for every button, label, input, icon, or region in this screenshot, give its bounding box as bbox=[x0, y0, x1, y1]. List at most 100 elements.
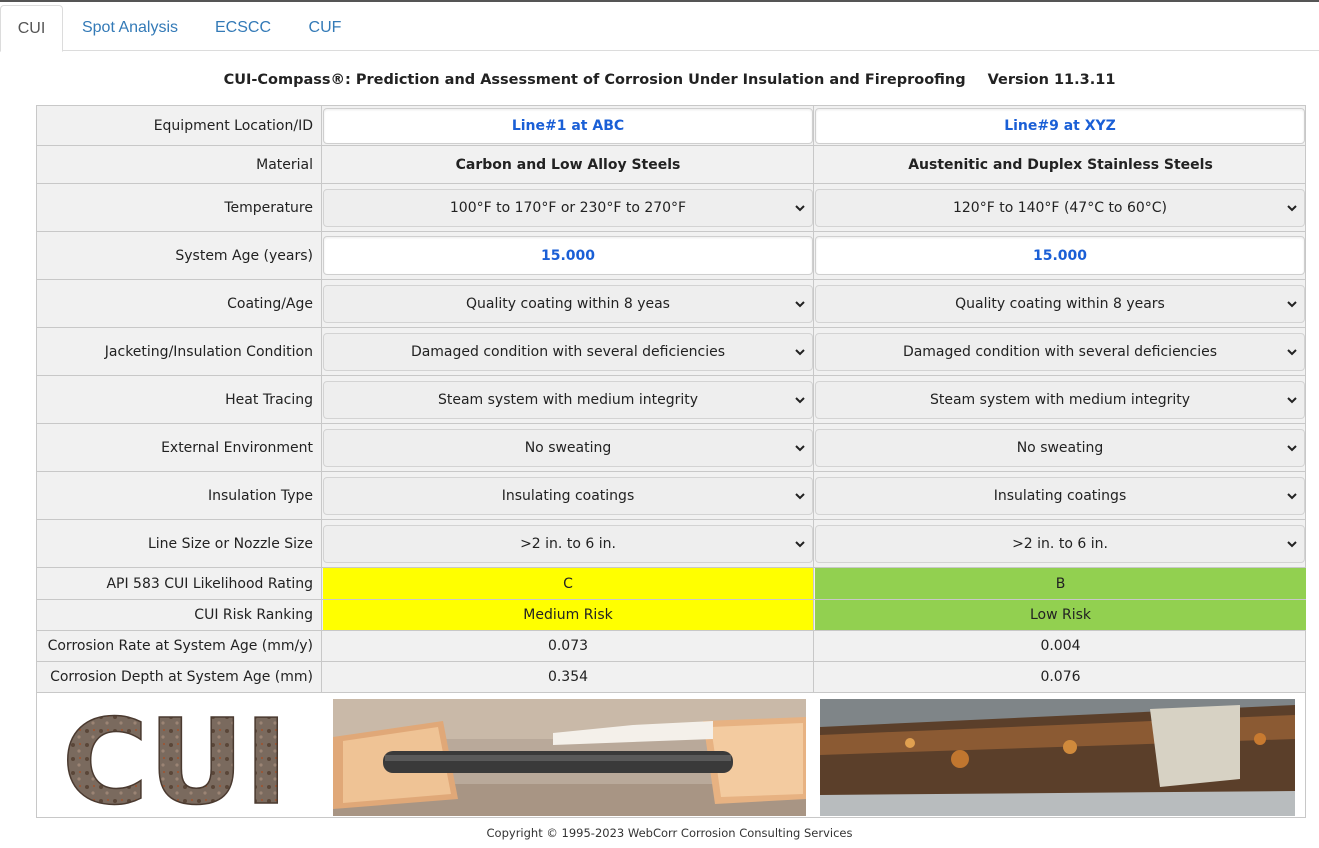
row-coating: Coating/Age Quality coating within 8 yea… bbox=[37, 280, 1305, 328]
page-title: CUI-Compass®: Prediction and Assessment … bbox=[0, 72, 1319, 88]
coating-value-2: Quality coating within 8 years bbox=[955, 296, 1165, 312]
cui-input-table: Equipment Location/ID Line#1 at ABC Line… bbox=[36, 105, 1306, 818]
coating-select-1[interactable]: Quality coating within 8 yeas bbox=[323, 285, 813, 323]
corrosion-rate-value-2: 0.004 bbox=[1040, 638, 1081, 654]
heat-tracing-select-2[interactable]: Steam system with medium integrity bbox=[815, 381, 1305, 419]
row-location: Equipment Location/ID Line#1 at ABC Line… bbox=[37, 106, 1305, 146]
chevron-down-icon bbox=[795, 205, 805, 212]
chevron-down-icon bbox=[795, 493, 805, 500]
location-input-2[interactable]: Line#9 at XYZ bbox=[815, 108, 1305, 144]
line-size-value-2: >2 in. to 6 in. bbox=[1012, 536, 1108, 552]
row-likelihood: API 583 CUI Likelihood Rating C B bbox=[37, 568, 1306, 600]
tab-cui[interactable]: CUI bbox=[0, 5, 63, 52]
image-row: CUI bbox=[37, 693, 1305, 817]
row-risk: CUI Risk Ranking Medium Risk Low Risk bbox=[37, 600, 1306, 631]
chevron-down-icon bbox=[1287, 397, 1297, 404]
copyright-footer: Copyright © 1995-2023 WebCorr Corrosion … bbox=[486, 826, 853, 840]
environment-select-1[interactable]: No sweating bbox=[323, 429, 813, 467]
corrosion-depth-value-2: 0.076 bbox=[1040, 669, 1081, 685]
temperature-value-2: 120°F to 140°F (47°C to 60°C) bbox=[952, 200, 1167, 216]
corrosion-rate-value-1: 0.073 bbox=[547, 638, 589, 654]
jacketing-select-1[interactable]: Damaged condition with several deficienc… bbox=[323, 333, 813, 371]
temperature-select-1[interactable]: 100°F to 170°F or 230°F to 270°F bbox=[323, 189, 813, 227]
row-insulation: Insulation Type Insulating coatings Insu… bbox=[37, 472, 1305, 520]
version-text: Version 11.3.11 bbox=[987, 72, 1116, 88]
insulated-pipe-photo bbox=[333, 699, 806, 816]
heat-tracing-value-2: Steam system with medium integrity bbox=[929, 392, 1191, 408]
tab-bar: CUI Spot Analysis ECSCC CUF bbox=[0, 2, 1319, 52]
row-material: Material Carbon and Low Alloy Steels Aus… bbox=[37, 146, 1305, 184]
environment-value-1: No sweating bbox=[524, 440, 612, 456]
chevron-down-icon bbox=[795, 397, 805, 404]
label-system-age: System Age (years) bbox=[37, 232, 322, 279]
row-system-age: System Age (years) 15.000 15.000 bbox=[37, 232, 1305, 280]
svg-text:CUI: CUI bbox=[62, 699, 288, 811]
likelihood-value-2: B bbox=[1055, 575, 1066, 592]
corrosion-depth-value-1: 0.354 bbox=[547, 669, 589, 685]
risk-cell-1: Medium Risk bbox=[323, 600, 814, 630]
chevron-down-icon bbox=[1287, 301, 1297, 308]
label-corrosion-rate: Corrosion Rate at System Age (mm/y) bbox=[37, 631, 322, 661]
jacketing-value-2: Damaged condition with several deficienc… bbox=[902, 344, 1218, 360]
coating-select-2[interactable]: Quality coating within 8 years bbox=[815, 285, 1305, 323]
row-line-size: Line Size or Nozzle Size >2 in. to 6 in.… bbox=[37, 520, 1305, 568]
row-corrosion-depth: Corrosion Depth at System Age (mm) 0.354… bbox=[37, 662, 1305, 693]
location-input-1[interactable]: Line#1 at ABC bbox=[323, 108, 813, 144]
chevron-down-icon bbox=[795, 349, 805, 356]
label-risk: CUI Risk Ranking bbox=[37, 600, 322, 630]
label-heat-tracing: Heat Tracing bbox=[37, 376, 322, 423]
label-line-size: Line Size or Nozzle Size bbox=[37, 520, 322, 567]
temperature-value-1: 100°F to 170°F or 230°F to 270°F bbox=[449, 200, 687, 216]
line-size-select-2[interactable]: >2 in. to 6 in. bbox=[815, 525, 1305, 563]
tab-spot-analysis[interactable]: Spot Analysis bbox=[70, 5, 190, 52]
tab-cuf[interactable]: CUF bbox=[296, 5, 354, 52]
likelihood-value-1: C bbox=[563, 575, 573, 592]
material-value-2: Austenitic and Duplex Stainless Steels bbox=[908, 156, 1213, 173]
jacketing-value-1: Damaged condition with several deficienc… bbox=[410, 344, 726, 360]
label-jacketing: Jacketing/Insulation Condition bbox=[37, 328, 322, 375]
likelihood-cell-1: C bbox=[323, 568, 814, 599]
row-jacketing: Jacketing/Insulation Condition Damaged c… bbox=[37, 328, 1305, 376]
system-age-input-1[interactable]: 15.000 bbox=[323, 236, 813, 275]
tab-ecscc[interactable]: ECSCC bbox=[202, 5, 284, 52]
chevron-down-icon bbox=[1287, 541, 1297, 548]
label-location: Equipment Location/ID bbox=[37, 106, 322, 145]
heat-tracing-value-1: Steam system with medium integrity bbox=[437, 392, 699, 408]
chevron-down-icon bbox=[795, 445, 805, 452]
heat-tracing-select-1[interactable]: Steam system with medium integrity bbox=[323, 381, 813, 419]
line-size-value-1: >2 in. to 6 in. bbox=[520, 536, 616, 552]
row-environment: External Environment No sweating No swea… bbox=[37, 424, 1305, 472]
corroded-pipe-photo bbox=[820, 699, 1295, 816]
environment-value-2: No sweating bbox=[1016, 440, 1104, 456]
environment-select-2[interactable]: No sweating bbox=[815, 429, 1305, 467]
label-environment: External Environment bbox=[37, 424, 322, 471]
title-text: CUI-Compass®: Prediction and Assessment … bbox=[223, 72, 966, 88]
insulation-select-1[interactable]: Insulating coatings bbox=[323, 477, 813, 515]
temperature-select-2[interactable]: 120°F to 140°F (47°C to 60°C) bbox=[815, 189, 1305, 227]
row-corrosion-rate: Corrosion Rate at System Age (mm/y) 0.07… bbox=[37, 631, 1305, 662]
label-likelihood: API 583 CUI Likelihood Rating bbox=[37, 568, 322, 599]
system-age-input-2[interactable]: 15.000 bbox=[815, 236, 1305, 275]
insulation-value-2: Insulating coatings bbox=[993, 488, 1127, 504]
chevron-down-icon bbox=[795, 301, 805, 308]
likelihood-cell-2: B bbox=[815, 568, 1306, 599]
chevron-down-icon bbox=[1287, 349, 1297, 356]
insulation-select-2[interactable]: Insulating coatings bbox=[815, 477, 1305, 515]
chevron-down-icon bbox=[1287, 205, 1297, 212]
label-insulation: Insulation Type bbox=[37, 472, 322, 519]
cui-logo-image: CUI bbox=[61, 699, 289, 811]
chevron-down-icon bbox=[1287, 445, 1297, 452]
material-value-1: Carbon and Low Alloy Steels bbox=[455, 156, 681, 173]
line-size-select-1[interactable]: >2 in. to 6 in. bbox=[323, 525, 813, 563]
label-material: Material bbox=[37, 146, 322, 183]
chevron-down-icon bbox=[1287, 493, 1297, 500]
jacketing-select-2[interactable]: Damaged condition with several deficienc… bbox=[815, 333, 1305, 371]
label-temperature: Temperature bbox=[37, 184, 322, 231]
risk-value-2: Low Risk bbox=[1029, 607, 1092, 623]
row-heat-tracing: Heat Tracing Steam system with medium in… bbox=[37, 376, 1305, 424]
label-coating: Coating/Age bbox=[37, 280, 322, 327]
risk-cell-2: Low Risk bbox=[815, 600, 1306, 630]
insulation-value-1: Insulating coatings bbox=[501, 488, 635, 504]
row-temperature: Temperature 100°F to 170°F or 230°F to 2… bbox=[37, 184, 1305, 232]
coating-value-1: Quality coating within 8 yeas bbox=[466, 296, 670, 312]
